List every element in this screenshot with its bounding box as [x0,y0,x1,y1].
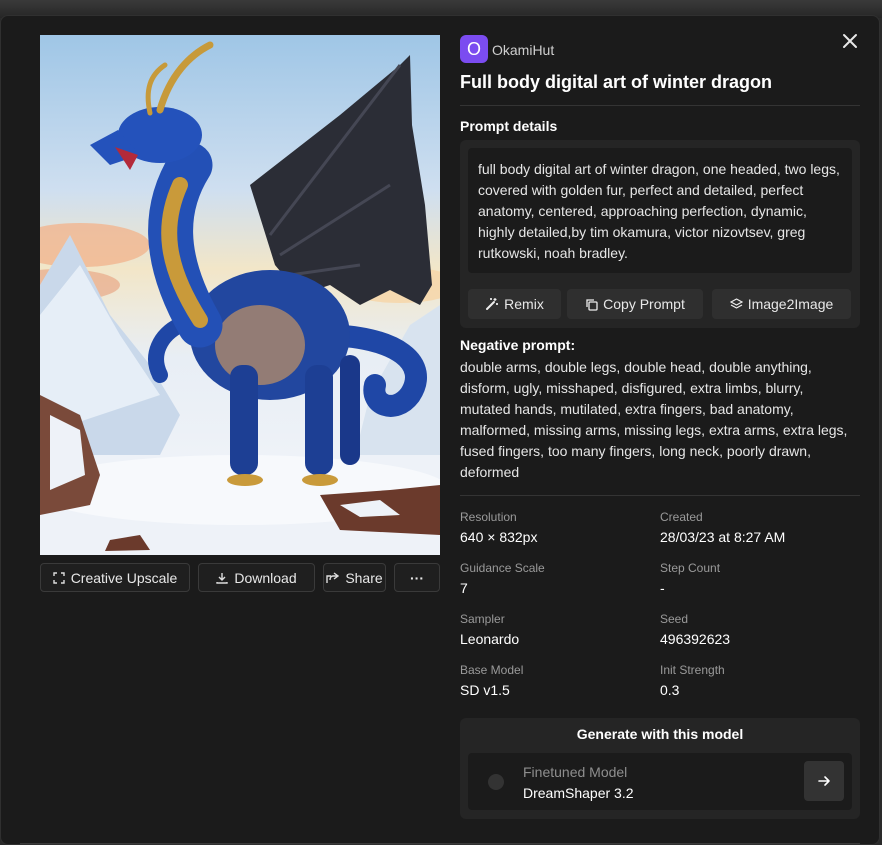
expand-icon [52,571,65,584]
share-label: Share [345,569,383,586]
init-strength-value: 0.3 [660,682,680,698]
share-icon [326,571,340,583]
remix-label: Remix [504,296,544,312]
magic-wand-icon [486,298,499,310]
step-count-value: - [660,580,665,596]
prompt-text: full body digital art of winter dragon, … [468,148,852,273]
image2image-button[interactable]: Image2Image [712,289,851,319]
model-type-label: Finetuned Model [523,764,628,780]
copy-prompt-label: Copy Prompt [603,296,685,312]
model-thumbnail-icon [488,774,504,790]
creative-upscale-label: Creative Upscale [70,569,178,586]
base-model-value: SD v1.5 [460,682,510,698]
share-button[interactable]: Share [323,563,386,592]
download-label: Download [234,569,297,586]
guidance-scale-label: Guidance Scale [460,561,545,575]
copy-prompt-button[interactable]: Copy Prompt [567,289,703,319]
avatar-letter: O [466,38,481,59]
resolution-value: 640 × 832px [460,529,538,545]
avatar[interactable]: O [460,35,488,63]
created-label: Created [660,510,703,524]
guidance-scale-value: 7 [460,580,468,596]
sampler-value: Leonardo [460,631,520,647]
more-icon: ··· [410,569,424,586]
resolution-label: Resolution [460,510,517,524]
divider [460,105,860,106]
image2image-label: Image2Image [747,296,834,312]
image-actions: Creative Upscale Download Share ··· [40,563,440,593]
base-model-label: Base Model [460,663,524,677]
divider [460,495,860,496]
init-strength-label: Init Strength [660,663,725,677]
seed-value: 496392623 [660,631,731,647]
more-options-button[interactable]: ··· [394,563,440,592]
divider [20,843,860,844]
seed-label: Seed [660,612,689,626]
generated-image[interactable] [40,35,440,555]
close-icon [843,34,857,48]
sampler-label: Sampler [460,612,505,626]
username-link[interactable]: OkamiHut [492,42,554,58]
negative-prompt-heading: Negative prompt: [460,337,576,353]
arrow-right-icon [818,776,830,786]
download-icon [216,572,229,584]
model-card[interactable] [468,753,852,810]
dragon-artwork [40,41,440,555]
step-count-label: Step Count [660,561,721,575]
close-button[interactable] [840,31,860,51]
prompt-details-heading: Prompt details [460,118,558,134]
download-button[interactable]: Download [198,563,315,592]
creative-upscale-button[interactable]: Creative Upscale [40,563,190,592]
layers-icon [729,297,743,309]
generate-with-model-heading: Generate with this model [576,726,744,742]
created-value: 28/03/23 at 8:27 AM [660,529,786,545]
negative-prompt-text: double arms, double legs, double head, d… [460,359,848,480]
remix-button[interactable]: Remix [468,289,561,319]
copy-icon [586,298,598,311]
page-title: Full body digital art of winter dragon [460,72,772,92]
generate-with-model-button[interactable] [804,761,844,801]
model-name: DreamShaper 3.2 [523,785,634,801]
